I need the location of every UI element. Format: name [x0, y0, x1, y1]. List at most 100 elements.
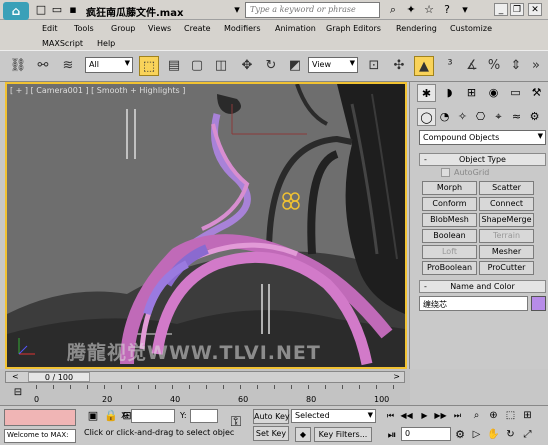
mesher-button[interactable]: Mesher: [479, 245, 534, 259]
minimize-button[interactable]: _: [494, 3, 508, 16]
new-file-icon[interactable]: □: [33, 2, 49, 18]
close-button[interactable]: ✕: [528, 3, 542, 16]
zoom-extents-all-icon[interactable]: ⊞: [521, 409, 534, 423]
help-dropdown-icon[interactable]: ▾: [457, 2, 473, 18]
play-icon[interactable]: ▶: [418, 409, 431, 423]
restore-button[interactable]: ❐: [510, 3, 524, 16]
select-and-scale-icon[interactable]: ◩: [285, 56, 305, 76]
object-type-rollout-header[interactable]: - Object Type: [419, 153, 546, 166]
menu-animation[interactable]: Animation: [275, 24, 316, 33]
next-key-icon[interactable]: ▶▶: [434, 409, 447, 423]
scatter-button[interactable]: Scatter: [479, 181, 534, 195]
object-color-swatch[interactable]: [531, 296, 546, 311]
key-mode-icon[interactable]: ◆: [295, 427, 311, 442]
y-coordinate-field[interactable]: [190, 409, 218, 423]
space-warps-icon[interactable]: ≈: [507, 108, 526, 126]
boolean-button[interactable]: Boolean: [422, 229, 477, 243]
motion-tab-icon[interactable]: ◉: [484, 84, 503, 102]
key-mode-toggle-icon[interactable]: ⏯: [385, 428, 399, 442]
time-slider-track[interactable]: < 0 / 100 >: [5, 371, 405, 383]
zoom-extents-icon[interactable]: ⬚: [504, 409, 517, 423]
maxscript-listener-mini[interactable]: [4, 409, 76, 426]
procutter-button[interactable]: ProCutter: [479, 261, 534, 275]
maxscript-listener-output[interactable]: Welcome to MAX:: [4, 429, 76, 443]
key-selection-set-dropdown[interactable]: Selected ▼: [291, 409, 376, 423]
zoom-icon[interactable]: ⌕: [470, 409, 483, 423]
menu-modifiers[interactable]: Modifiers: [224, 24, 261, 33]
select-and-manipulate-icon[interactable]: ✣: [389, 56, 409, 76]
named-selection-icon[interactable]: »: [526, 56, 546, 76]
keyboard-shortcut-override-icon[interactable]: ▲: [414, 56, 434, 76]
utilities-tab-icon[interactable]: ⚒: [527, 84, 546, 102]
selection-filter-dropdown[interactable]: All ▼: [85, 57, 133, 73]
previous-key-icon[interactable]: ◀◀: [400, 409, 413, 423]
percent-snap-icon[interactable]: %: [484, 56, 504, 76]
previous-frame-icon[interactable]: <: [12, 372, 19, 381]
spinner-snap-icon[interactable]: ⇕: [506, 56, 526, 76]
app-logo-icon[interactable]: ⌂: [3, 2, 29, 20]
orbit-icon[interactable]: ↻: [504, 428, 517, 442]
current-frame-field[interactable]: 0: [401, 427, 451, 441]
menu-edit[interactable]: Edit: [42, 24, 58, 33]
blobmesh-button[interactable]: BlobMesh: [422, 213, 477, 227]
create-tab-icon[interactable]: ✱: [417, 84, 436, 102]
set-key-button[interactable]: Set Key: [253, 426, 289, 441]
time-slider-thumb[interactable]: 0 / 100: [28, 372, 90, 382]
search-input[interactable]: Type a keyword or phrase: [245, 2, 380, 18]
viewport-label[interactable]: [ + ] [ Camera001 ] [ Smooth + Highlight…: [10, 86, 185, 95]
status-panel-icon[interactable]: ▣: [86, 409, 100, 422]
reference-coordinate-dropdown[interactable]: View ▼: [308, 57, 358, 73]
menu-customize[interactable]: Customize: [450, 24, 492, 33]
menu-help[interactable]: Help: [97, 39, 115, 48]
menu-graph-editors[interactable]: Graph Editors: [326, 24, 381, 33]
menu-group[interactable]: Group: [111, 24, 135, 33]
track-bar[interactable]: ⊟ 0 20 40 60 80 100: [0, 385, 410, 405]
shapemerge-button[interactable]: ShapeMerge: [479, 213, 534, 227]
favorites-icon[interactable]: ☆: [421, 2, 437, 18]
key-filters-button[interactable]: Key Filters...: [314, 427, 372, 442]
geometry-icon[interactable]: ◯: [417, 108, 436, 126]
cameras-icon[interactable]: ⎔: [471, 108, 490, 126]
select-object-icon[interactable]: ⬚: [139, 56, 159, 76]
zoom-all-icon[interactable]: ⊕: [487, 409, 500, 423]
help-icon[interactable]: ?: [439, 2, 455, 18]
proboolean-button[interactable]: ProBoolean: [422, 261, 477, 275]
save-file-icon[interactable]: ▪: [65, 2, 81, 18]
x-coordinate-field[interactable]: [131, 409, 175, 423]
autogrid-checkbox[interactable]: AutoGrid: [441, 168, 489, 177]
snaps-toggle-icon[interactable]: ³: [440, 56, 460, 76]
select-and-link-icon[interactable]: ⛓: [8, 56, 28, 76]
menu-maxscript[interactable]: MAXScript: [42, 39, 83, 48]
selection-lock-icon[interactable]: 🔒: [104, 409, 118, 422]
loft-button[interactable]: Loft: [422, 245, 477, 259]
rectangular-selection-icon[interactable]: ▢: [187, 56, 207, 76]
bind-to-space-warp-icon[interactable]: ≋: [58, 56, 78, 76]
maximize-viewport-icon[interactable]: ⤢: [521, 428, 534, 442]
communication-center-icon[interactable]: ✦: [403, 2, 419, 18]
menu-tools[interactable]: Tools: [74, 24, 94, 33]
select-and-rotate-icon[interactable]: ↻: [261, 56, 281, 76]
search-icon[interactable]: ⌕: [385, 2, 401, 18]
unlink-selection-icon[interactable]: ⚯: [33, 56, 53, 76]
time-configuration-icon[interactable]: ⚙: [453, 428, 467, 441]
field-of-view-icon[interactable]: ▷: [470, 428, 483, 442]
camera-viewport[interactable]: [ + ] [ Camera001 ] [ Smooth + Highlight…: [5, 82, 407, 369]
select-and-move-icon[interactable]: ✥: [237, 56, 257, 76]
menu-views[interactable]: Views: [148, 24, 171, 33]
go-to-start-icon[interactable]: ⏮: [384, 409, 397, 423]
object-name-field[interactable]: 缠绕芯: [419, 296, 528, 311]
conform-button[interactable]: Conform: [422, 197, 477, 211]
helpers-icon[interactable]: ⌖: [489, 108, 508, 126]
menu-rendering[interactable]: Rendering: [396, 24, 437, 33]
menu-create[interactable]: Create: [184, 24, 211, 33]
angle-snap-icon[interactable]: ∡: [462, 56, 482, 76]
next-frame-icon[interactable]: >: [393, 372, 400, 381]
open-file-icon[interactable]: ▭: [49, 2, 65, 18]
connect-button[interactable]: Connect: [479, 197, 534, 211]
morph-button[interactable]: Morph: [422, 181, 477, 195]
lights-icon[interactable]: ✧: [453, 108, 472, 126]
modify-tab-icon[interactable]: ◗: [440, 84, 459, 102]
hierarchy-tab-icon[interactable]: ⊞: [462, 84, 481, 102]
auto-key-button[interactable]: Auto Key: [253, 409, 290, 424]
shapes-icon[interactable]: ◔: [435, 108, 454, 126]
